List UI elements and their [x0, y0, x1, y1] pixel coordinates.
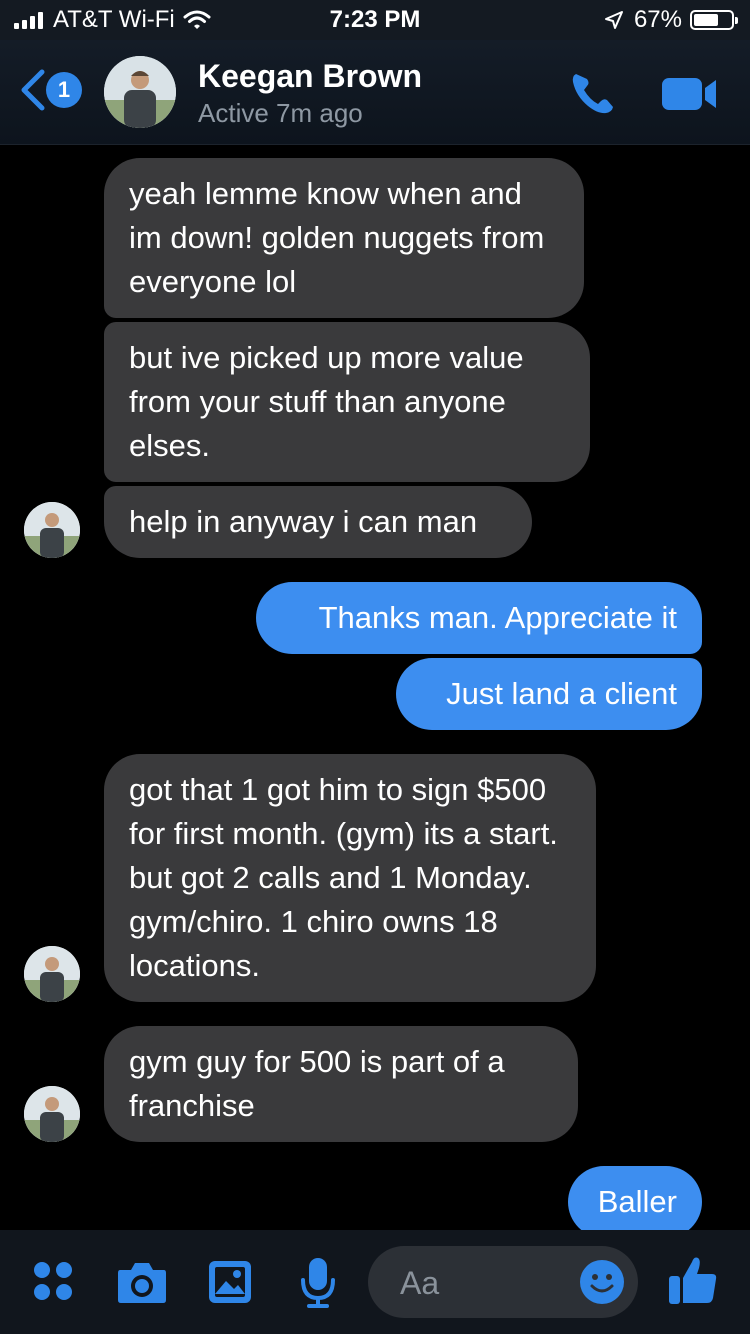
person-photo-icon [24, 1086, 80, 1142]
incoming-message[interactable]: help in anyway i can man [104, 486, 532, 558]
message-input[interactable] [398, 1246, 582, 1320]
unread-count-badge: 1 [46, 72, 82, 108]
incoming-message[interactable]: but ive picked up more value from your s… [104, 322, 590, 482]
contact-name[interactable]: Keegan Brown [198, 58, 422, 95]
emoji-button[interactable] [578, 1258, 626, 1306]
battery-icon [690, 10, 738, 30]
phone-icon [572, 74, 613, 114]
incoming-message[interactable]: yeah lemme know when and im down! golden… [104, 158, 584, 318]
apps-grid-icon [34, 1262, 72, 1300]
audio-call-button[interactable] [566, 66, 620, 120]
avatar[interactable] [24, 1086, 80, 1142]
apps-button[interactable] [32, 1260, 76, 1304]
person-photo-icon [24, 502, 80, 558]
voice-button[interactable] [298, 1256, 338, 1310]
outgoing-message[interactable]: Thanks man. Appreciate it [256, 582, 702, 654]
incoming-message[interactable]: gym guy for 500 is part of a franchise [104, 1026, 578, 1142]
outgoing-message[interactable]: Baller [568, 1166, 702, 1238]
avatar[interactable] [104, 56, 176, 128]
location-arrow-icon [604, 11, 623, 29]
outgoing-message[interactable]: Just land a client [396, 658, 702, 730]
thumbs-up-icon [669, 1257, 717, 1304]
avatar[interactable] [24, 502, 80, 558]
incoming-message[interactable]: got that 1 got him to sign $500 for firs… [104, 754, 596, 1002]
video-call-button[interactable] [660, 74, 720, 114]
person-photo-icon [104, 56, 176, 128]
photo-gallery-icon [209, 1261, 251, 1303]
person-photo-icon [24, 946, 80, 1002]
camera-icon [118, 1263, 166, 1303]
like-button[interactable] [666, 1252, 720, 1306]
video-camera-icon [662, 78, 716, 110]
smiley-icon [580, 1260, 624, 1304]
status-bar: AT&T Wi-Fi 7:23 PM 67% [0, 0, 750, 40]
message-input-container [368, 1246, 638, 1320]
microphone-icon [301, 1258, 335, 1308]
gallery-button[interactable] [206, 1258, 254, 1306]
status-bar-right: 67% [604, 6, 738, 34]
avatar[interactable] [24, 946, 80, 1002]
back-button[interactable]: 1 [16, 68, 82, 112]
conversation-header: 1 Keegan Brown Active 7m ago [0, 40, 750, 145]
composer-bar [0, 1230, 750, 1334]
camera-button[interactable] [116, 1258, 168, 1306]
chevron-left-icon [21, 69, 45, 111]
battery-percent: 67% [633, 6, 682, 33]
presence-status: Active 7m ago [198, 98, 363, 128]
